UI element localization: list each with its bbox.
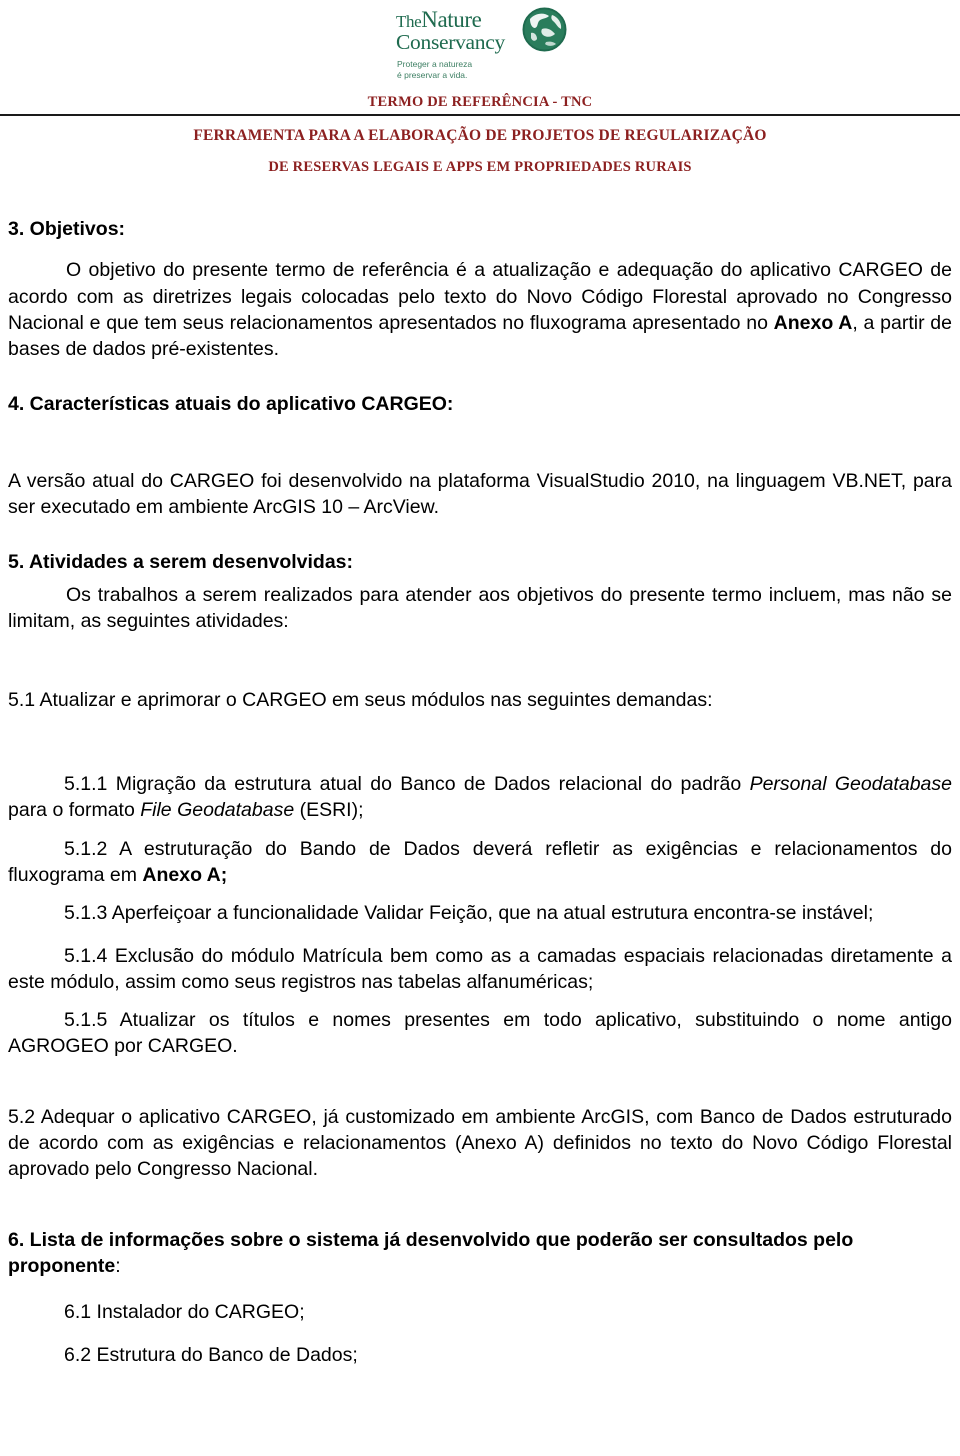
paragraph-3-1: O objetivo do presente termo de referênc… [8, 257, 952, 362]
tnc-logo: TheNature Conservancy Proteger a naturez… [0, 4, 960, 86]
paragraph-5-1-1-italic-file-geodatabase: File Geodatabase [140, 799, 295, 822]
paragraph-5-1-1: 5.1.1 Migração da estrutura atual do Ban… [8, 771, 952, 824]
logo-word-the: The [396, 12, 422, 31]
logo-tagline-line2: é preservar a vida. [397, 70, 468, 81]
paragraph-6-2-text: 6.2 Estrutura do Banco de Dados; [64, 1343, 358, 1366]
logo-word-nature: Nature [421, 7, 482, 32]
paragraph-5-1-text: Os trabalhos a serem realizados para ate… [8, 584, 952, 633]
paragraph-5-1-heading: 5.1 Atualizar e aprimorar o CARGEO em se… [8, 688, 713, 711]
paragraph-5-2: 5.2 Adequar o aplicativo CARGEO, já cust… [8, 1105, 952, 1181]
paragraph-5-1-5: 5.1.5 Atualizar os títulos e nomes prese… [8, 1007, 952, 1060]
heading-section-5: 5. Atividades a serem desenvolvidas: [8, 550, 354, 573]
paragraph-5-1-1-text-a: 5.1.1 Migração da estrutura atual do Ban… [64, 772, 750, 795]
paragraph-5-1-3-text: 5.1.3 Aperfeiçoar a funcionalidade Valid… [64, 902, 874, 925]
heading-section-6-bold: 6. Lista de informações sobre o sistema … [8, 1228, 854, 1278]
logo-line-the-nature: TheNature [396, 8, 518, 31]
paragraph-5-1-1-text-c: (ESRI); [294, 799, 364, 822]
paragraph-4-1: A versão atual do CARGEO foi desenvolvid… [8, 470, 952, 519]
logo-wordmark: TheNature Conservancy [396, 8, 518, 54]
header-divider [0, 114, 960, 116]
paragraph-5-1-5-text: 5.1.5 Atualizar os títulos e nomes prese… [8, 1009, 952, 1058]
logo-tagline-line1: Proteger a natureza [397, 59, 473, 69]
paragraph-5-1-2: 5.1.2 A estruturação do Bando de Dados d… [8, 836, 952, 889]
paragraph-6-1: 6.1 Instalador do CARGEO; [8, 1299, 952, 1325]
paragraph-6-2: 6.2 Estrutura do Banco de Dados; [8, 1342, 952, 1368]
document-body: 3. Objetivos: O objetivo do presente ter… [8, 218, 952, 1368]
logo-inner: TheNature Conservancy Proteger a naturez… [396, 4, 576, 86]
header-title-line3: DE RESERVAS LEGAIS E APPS EM PROPRIEDADE… [268, 159, 692, 175]
paragraph-5-1-1-text-b: para o formato [8, 799, 141, 822]
paragraph-3-1-bold-anexo-a: Anexo A [773, 312, 853, 335]
heading-section-6-colon: : [115, 1255, 121, 1278]
header-title-line2: FERRAMENTA PARA A ELABORAÇÃO DE PROJETOS… [193, 127, 767, 144]
globe-leaf-icon [522, 7, 567, 52]
paragraph-5-1-4-text: 5.1.4 Exclusão do módulo Matrícula bem c… [8, 944, 952, 993]
paragraph-5-1-1-italic-personal-geodatabase: Personal Geodatabase [749, 772, 952, 795]
logo-tagline: Proteger a natureza é preservar a vida. [397, 59, 472, 82]
heading-section-4: 4. Características atuais do aplicativo … [8, 392, 454, 415]
heading-section-6: 6. Lista de informações sobre o sistema … [8, 1227, 952, 1280]
paragraph-6-1-text: 6.1 Instalador do CARGEO; [64, 1301, 305, 1324]
paragraph-5-1-2-bold-anexo-a: Anexo A; [142, 863, 228, 886]
paragraph-5-1: Os trabalhos a serem realizados para ate… [8, 582, 952, 635]
document-page: TheNature Conservancy Proteger a naturez… [0, 0, 960, 1456]
logo-word-conservancy: Conservancy [396, 30, 505, 54]
paragraph-5-1-4: 5.1.4 Exclusão do módulo Matrícula bem c… [8, 943, 952, 996]
header-title-line1: TERMO DE REFERÊNCIA - TNC [367, 94, 593, 110]
paragraph-5-1-3: 5.1.3 Aperfeiçoar a funcionalidade Valid… [8, 900, 952, 926]
heading-section-3: 3. Objetivos: [8, 218, 126, 240]
